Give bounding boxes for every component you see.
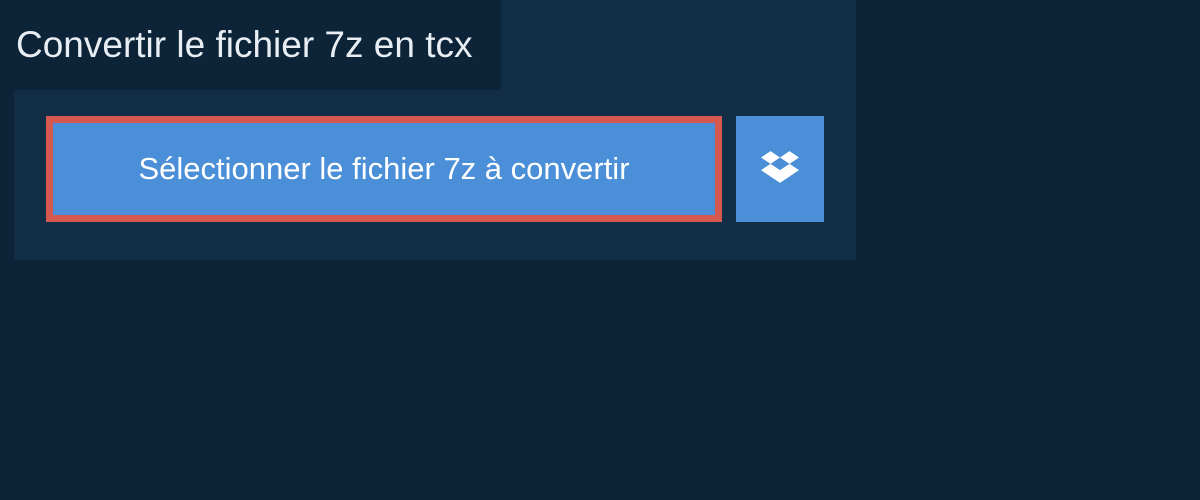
dropbox-button[interactable] [736,116,824,222]
select-file-button[interactable]: Sélectionner le fichier 7z à convertir [46,116,722,222]
title-tab: Convertir le fichier 7z en tcx [0,0,501,90]
dropbox-icon [761,148,799,191]
select-file-label: Sélectionner le fichier 7z à convertir [138,151,629,187]
converter-card: Convertir le fichier 7z en tcx Sélection… [14,0,856,260]
page-title: Convertir le fichier 7z en tcx [16,24,473,65]
button-row: Sélectionner le fichier 7z à convertir [46,116,824,222]
